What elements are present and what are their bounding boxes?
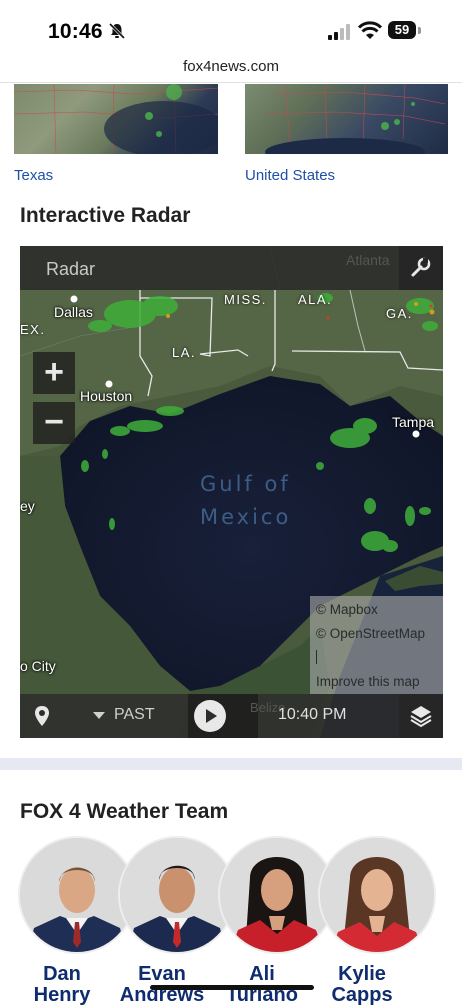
status-bar: 10:46 59 xyxy=(0,0,462,58)
status-time: 10:46 xyxy=(48,20,103,43)
time-range-dropdown[interactable]: PAST xyxy=(114,706,155,724)
layers-button[interactable] xyxy=(399,694,443,738)
wifi-icon xyxy=(358,21,382,39)
texas-radar-thumbnail[interactable] xyxy=(14,84,218,154)
address-bar-url[interactable]: fox4news.com xyxy=(0,58,462,75)
map-label-la: LA. xyxy=(172,345,197,360)
improve-map-link[interactable]: Improve this map xyxy=(316,674,420,689)
chevron-down-icon[interactable] xyxy=(93,712,105,719)
settings-button[interactable] xyxy=(399,246,443,290)
first-name: Ali xyxy=(249,963,275,985)
zoom-out-button[interactable]: − xyxy=(33,402,75,444)
map-label-ala: ALA. xyxy=(298,292,333,307)
cellular-signal-icon xyxy=(328,24,350,40)
location-pin-icon xyxy=(35,706,49,726)
weather-team-heading: FOX 4 Weather Team xyxy=(20,800,229,823)
attribution-divider xyxy=(316,650,317,664)
map-label-houston: Houston xyxy=(80,388,133,404)
zoom-in-button[interactable]: + xyxy=(33,352,75,394)
first-name: Kylie xyxy=(338,963,386,985)
radar-controls-bar: PAST Belize 10:40 PM xyxy=(20,694,443,738)
map-label-dallas: Dallas xyxy=(54,304,93,320)
section-divider xyxy=(0,758,462,770)
map-label-ey: ey xyxy=(20,498,35,514)
avatar-ali-turiano[interactable] xyxy=(220,838,334,952)
avatar-evan-andrews[interactable] xyxy=(120,838,234,952)
map-label-atlanta: Atlanta xyxy=(346,252,390,268)
map-label-ga: GA. xyxy=(386,306,413,321)
avatar-dan-henry[interactable] xyxy=(20,838,134,952)
map-label-city: o City xyxy=(20,658,56,674)
radar-header: Radar Atlanta xyxy=(20,246,443,290)
location-button[interactable] xyxy=(20,694,64,738)
wrench-icon xyxy=(411,257,431,277)
play-button[interactable] xyxy=(194,700,226,732)
divider xyxy=(0,82,462,83)
interactive-radar-widget[interactable]: Radar Atlanta MISS. ALA. GA. EX. LA. Dal… xyxy=(20,246,443,738)
avatar-kylie-capps[interactable] xyxy=(320,838,434,952)
battery-icon: 59 xyxy=(388,21,422,41)
us-radar-thumbnail[interactable] xyxy=(245,84,448,154)
map-label-tex: EX. xyxy=(20,322,46,337)
play-icon xyxy=(206,709,217,723)
map-label-miss: MISS. xyxy=(224,292,267,307)
openstreetmap-attribution-link[interactable]: © OpenStreetMap xyxy=(316,626,425,641)
united-states-link[interactable]: United States xyxy=(245,167,335,184)
map-label-mexico: Mexico xyxy=(200,505,292,529)
map-label-tampa: Tampa xyxy=(392,414,435,430)
battery-level: 59 xyxy=(394,22,410,37)
interactive-radar-heading: Interactive Radar xyxy=(20,204,191,227)
last-name: Henry xyxy=(33,984,91,1006)
last-name: Capps xyxy=(331,984,393,1006)
mapbox-attribution-link[interactable]: © Mapbox xyxy=(316,602,378,617)
map-attribution: © Mapbox © OpenStreetMap Improve this ma… xyxy=(310,596,443,694)
home-indicator[interactable] xyxy=(150,985,314,990)
first-name: Dan xyxy=(43,963,81,985)
map-label-gulf-of: Gulf of xyxy=(200,472,291,496)
texas-link[interactable]: Texas xyxy=(14,167,53,184)
radar-title: Radar xyxy=(46,259,96,279)
first-name: Evan xyxy=(138,963,186,985)
bell-muted-icon xyxy=(108,22,126,40)
layers-icon xyxy=(410,706,432,728)
radar-timestamp: 10:40 PM xyxy=(278,706,347,723)
